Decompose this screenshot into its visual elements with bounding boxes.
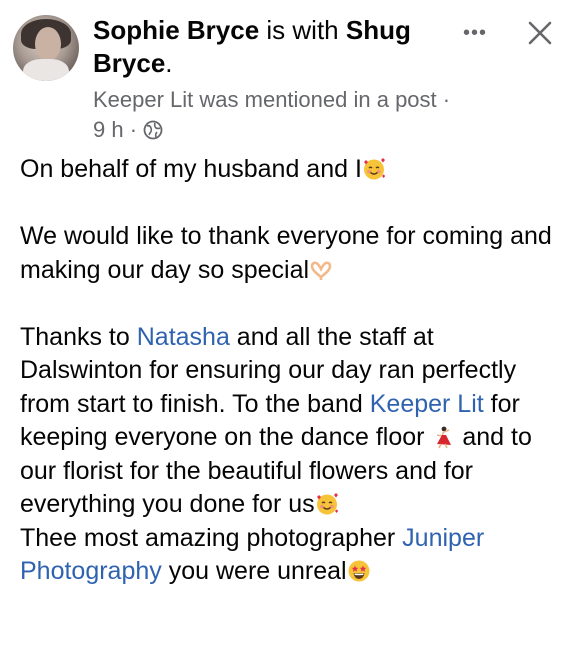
profile-avatar[interactable] — [13, 15, 79, 81]
author-name[interactable]: Sophie Bryce — [93, 15, 259, 45]
heart-hands-emoji — [310, 261, 332, 280]
mention-keeper-lit[interactable]: Keeper Lit — [370, 390, 484, 418]
post-time[interactable]: 9 h — [93, 117, 124, 142]
paragraph-2-text: We would like to thank everyone for comi… — [20, 222, 552, 284]
paragraph-1-text: On behalf of my husband and I — [20, 155, 362, 183]
avatar-face — [35, 27, 61, 61]
with-text: is with — [259, 15, 346, 45]
smiling-face-with-hearts-emoji — [363, 158, 386, 180]
post-paragraph-4: Thee most amazing photographer Juniper P… — [20, 522, 560, 589]
avatar-body — [23, 59, 69, 81]
header-period: . — [165, 48, 173, 78]
paragraph-3-text-a: Thanks to — [20, 322, 137, 351]
star-struck-emoji — [348, 560, 370, 582]
paragraph-4-text-a: Thee most amazing photographer — [20, 523, 403, 552]
dancer-emoji — [437, 426, 452, 449]
post-body: On behalf of my husband and I We would l… — [20, 153, 560, 589]
mention-text: Keeper Lit was mentioned in a post — [93, 87, 437, 112]
mention-natasha[interactable]: Natasha — [137, 323, 230, 351]
meta-separator: · — [436, 87, 451, 112]
post-header: Sophie Bryce is with Shug Bryce. — [93, 14, 433, 80]
close-icon[interactable] — [525, 18, 555, 48]
paragraph-4-text-b: you were unreal — [161, 557, 347, 585]
post-paragraph-2: We would like to thank everyone for comi… — [20, 220, 560, 287]
globe-icon[interactable] — [143, 120, 163, 140]
smiling-face-with-hearts-emoji — [316, 493, 338, 515]
post-paragraph-1: On behalf of my husband and I — [20, 153, 560, 187]
more-icon[interactable]: ••• — [457, 20, 493, 46]
meta-separator-2: · — [123, 117, 144, 142]
post-meta: Keeper Lit was mentioned in a post · 9 h… — [93, 85, 453, 145]
post-paragraph-3: Thanks to Natasha and all the staff at D… — [20, 321, 560, 522]
